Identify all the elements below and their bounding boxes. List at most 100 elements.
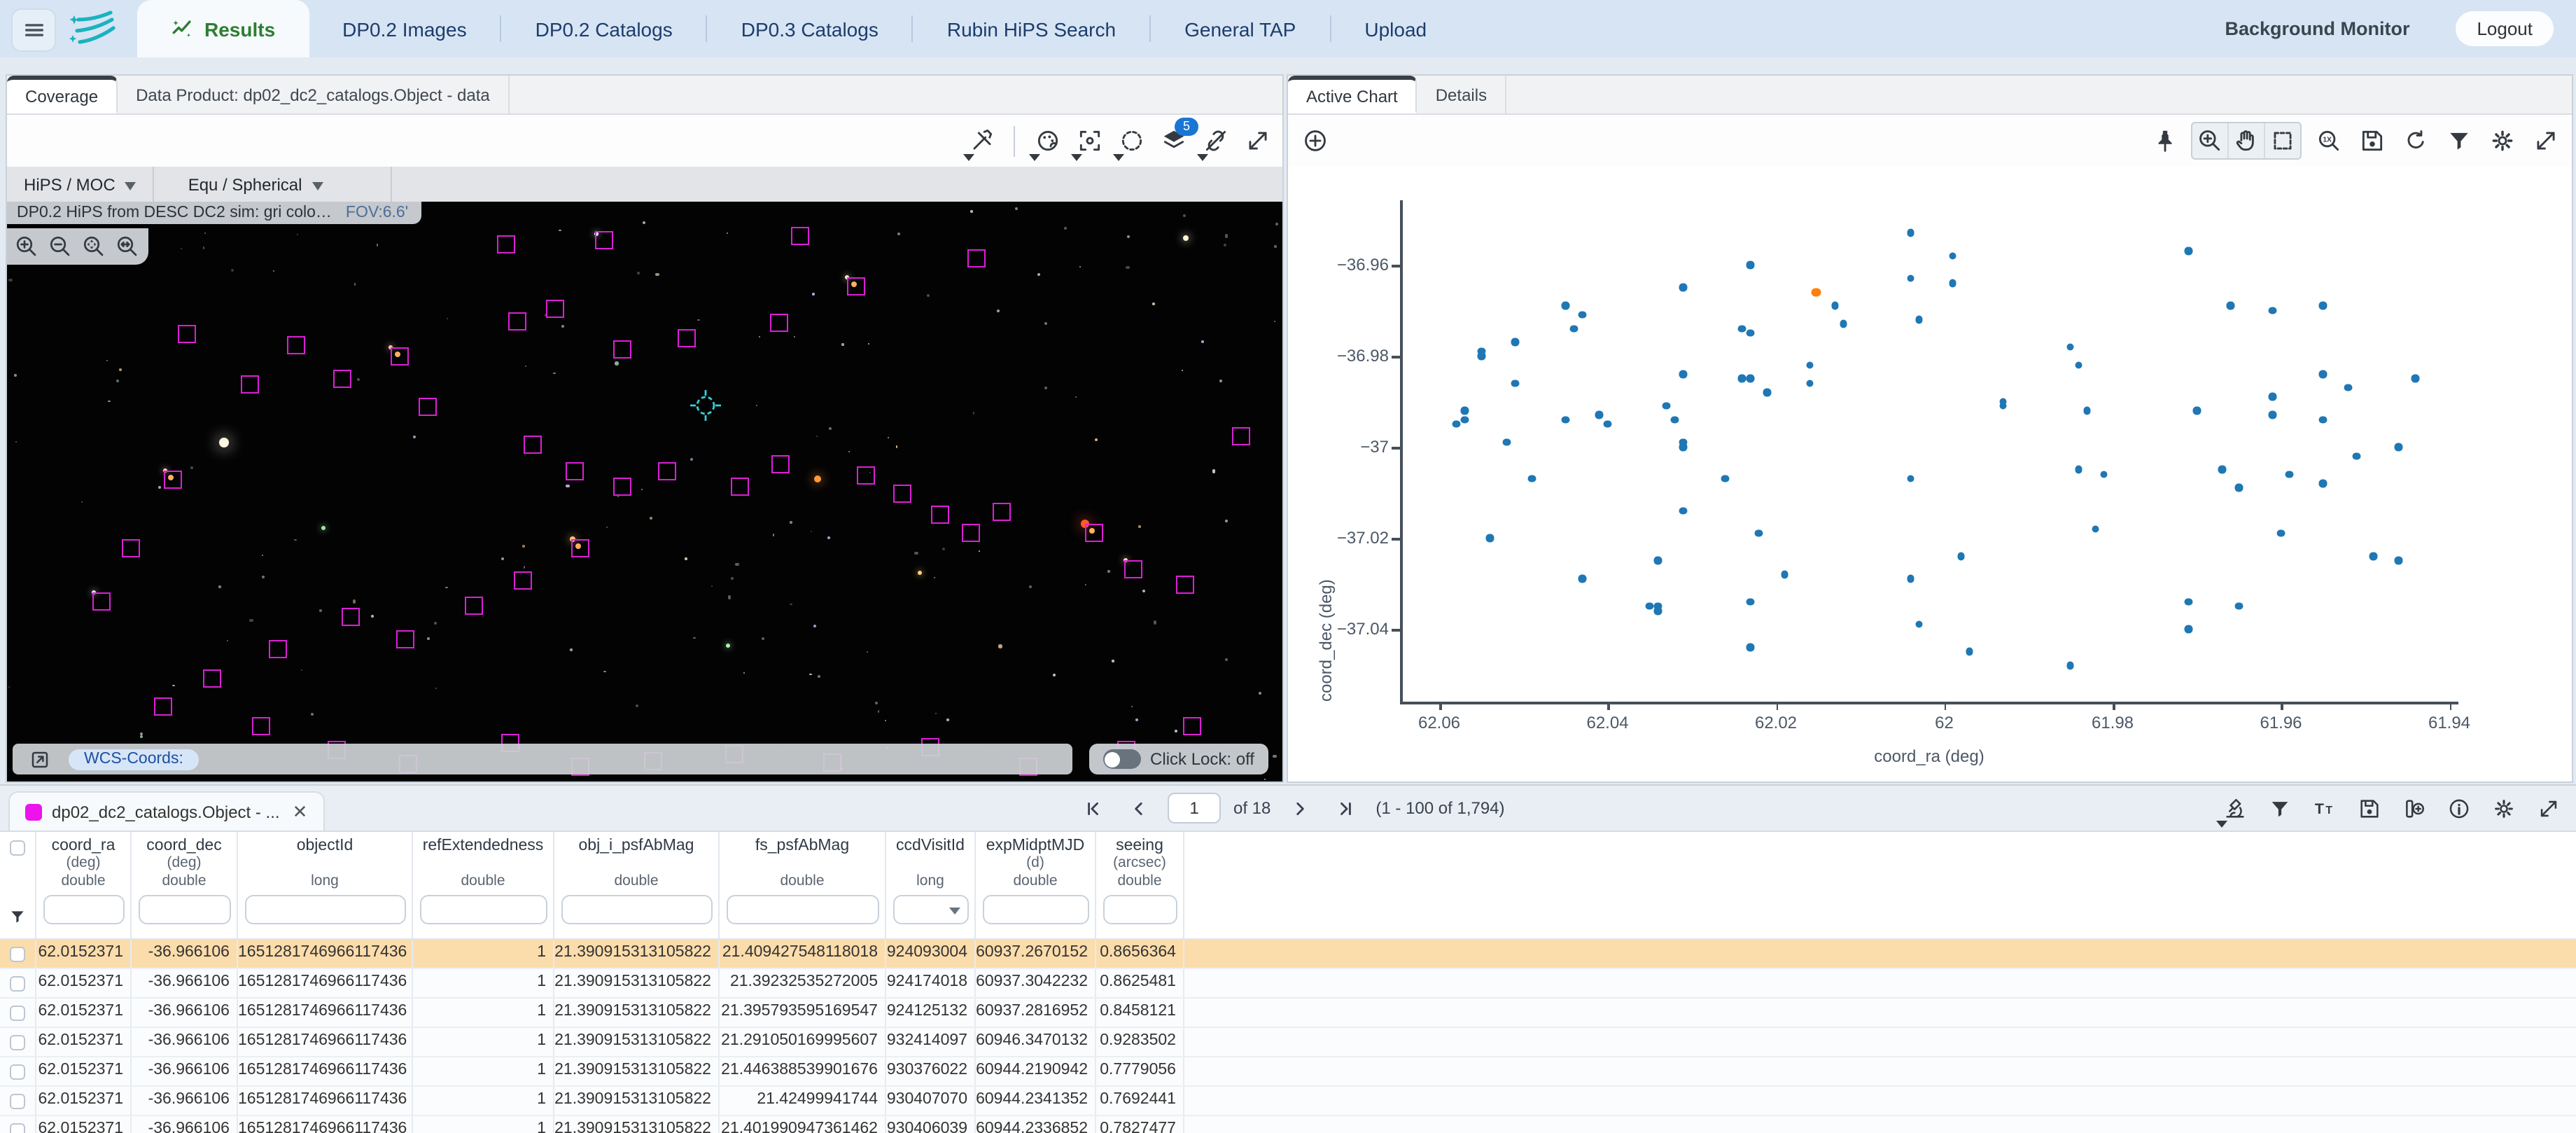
settings-button[interactable]	[2486, 791, 2520, 825]
catalog-marker-square[interactable]	[570, 538, 589, 557]
catalog-marker-square[interactable]	[848, 277, 866, 296]
data-point[interactable]	[1570, 325, 1578, 333]
data-point[interactable]	[1738, 325, 1746, 333]
catalog-marker-square[interactable]	[333, 370, 351, 389]
data-point[interactable]	[1746, 644, 1754, 651]
data-point[interactable]	[1562, 302, 1569, 310]
palette-button[interactable]	[1030, 124, 1064, 158]
region-select-button[interactable]	[1114, 124, 1148, 158]
data-point[interactable]	[2185, 247, 2192, 255]
data-point[interactable]	[2395, 443, 2402, 451]
data-point[interactable]	[1763, 389, 1771, 396]
catalog-marker-square[interactable]	[967, 249, 986, 267]
data-point[interactable]	[1907, 575, 1914, 583]
table-row[interactable]: 62.0152371-36.96610616512817469661174361…	[0, 1028, 2576, 1057]
catalog-marker-square[interactable]	[508, 312, 526, 331]
data-point[interactable]	[2344, 384, 2352, 391]
data-point[interactable]	[1907, 274, 1914, 282]
data-point[interactable]	[2319, 480, 2327, 487]
column-header-objectId[interactable]: objectIdlong	[238, 832, 413, 938]
catalog-marker-square[interactable]	[595, 230, 613, 249]
data-point[interactable]	[1738, 375, 1746, 382]
nav-tab-dp0-2-catalogs[interactable]: DP0.2 Catalogs	[502, 0, 706, 57]
column-filter-input[interactable]	[138, 895, 230, 924]
catalog-marker-square[interactable]	[269, 640, 287, 658]
zoom-in-button[interactable]	[11, 231, 41, 260]
data-point[interactable]	[1746, 261, 1754, 269]
refresh-button[interactable]	[2398, 124, 2432, 158]
catalog-marker-square[interactable]	[1183, 716, 1201, 735]
catalog-marker-square[interactable]	[732, 477, 750, 495]
data-point[interactable]	[1679, 507, 1687, 515]
catalog-marker-square[interactable]	[612, 340, 631, 358]
data-point[interactable]	[1915, 620, 1923, 628]
data-point[interactable]	[1671, 416, 1679, 424]
text-options-button[interactable]: TT	[2307, 791, 2341, 825]
data-point[interactable]	[1562, 416, 1569, 424]
data-point[interactable]	[2395, 557, 2402, 564]
tools-button[interactable]	[965, 124, 998, 158]
table-tab[interactable]: dp02_dc2_catalogs.Object - ... ✕	[8, 791, 324, 830]
catalog-marker-square[interactable]	[1085, 524, 1103, 542]
column-header-refExtendedness[interactable]: refExtendednessdouble	[413, 832, 554, 938]
row-checkbox[interactable]	[10, 1093, 25, 1108]
table-row[interactable]: 62.0152371-36.96610616512817469661174361…	[0, 1087, 2576, 1116]
expand-button[interactable]	[2528, 124, 2562, 158]
catalog-marker-square[interactable]	[513, 571, 531, 590]
tab-details[interactable]: Details	[1418, 76, 1506, 113]
catalog-marker-square[interactable]	[1231, 428, 1250, 446]
data-point[interactable]	[2412, 375, 2419, 382]
column-filter-input[interactable]	[892, 895, 968, 924]
last-page-button[interactable]	[1329, 791, 1363, 825]
page-number-input[interactable]: 1	[1168, 793, 1221, 823]
data-point[interactable]	[1721, 475, 1729, 482]
catalog-marker-square[interactable]	[419, 398, 438, 416]
data-point[interactable]	[1461, 407, 1469, 415]
column-filter-input[interactable]	[43, 895, 124, 924]
data-point[interactable]	[1966, 648, 1973, 655]
data-point[interactable]	[1755, 529, 1763, 537]
save-button[interactable]	[2355, 124, 2388, 158]
data-point[interactable]	[1907, 475, 1914, 482]
next-page-button[interactable]	[1283, 791, 1317, 825]
catalog-marker-square[interactable]	[92, 593, 111, 611]
catalog-marker-square[interactable]	[770, 314, 788, 333]
nav-tab-upload[interactable]: Upload	[1331, 0, 1460, 57]
catalog-marker-square[interactable]	[1177, 575, 1195, 593]
sky-view[interactable]: DP0.2 HiPS from DESC DC2 sim: gri colo… …	[7, 202, 1282, 781]
catalog-marker-square[interactable]	[288, 335, 306, 354]
column-header-fs_psfAbMag[interactable]: fs_psfAbMagdouble	[720, 832, 886, 938]
prev-page-button[interactable]	[1121, 791, 1155, 825]
coordinate-system-dropdown[interactable]: Equ / Spherical	[155, 167, 340, 202]
filter-button[interactable]	[2442, 124, 2475, 158]
logout-button[interactable]: Logout	[2456, 11, 2554, 46]
data-point[interactable]	[2269, 393, 2276, 401]
row-checkbox[interactable]	[10, 975, 25, 991]
select-rect-button[interactable]	[2264, 123, 2300, 158]
data-point[interactable]	[1831, 302, 1839, 310]
data-point[interactable]	[1528, 475, 1536, 482]
data-point[interactable]	[1746, 329, 1754, 337]
data-point[interactable]	[2066, 343, 2074, 351]
tab-data-product[interactable]: Data Product: dp02_dc2_catalogs.Object -…	[118, 76, 510, 113]
catalog-marker-square[interactable]	[524, 436, 542, 454]
column-header-coord_dec[interactable]: coord_dec(deg)double	[132, 832, 238, 938]
row-checkbox[interactable]	[10, 1005, 25, 1020]
catalog-marker-square[interactable]	[612, 477, 631, 495]
data-point[interactable]	[2353, 452, 2360, 460]
column-header-coord_ra[interactable]: coord_ra(deg)double	[36, 832, 132, 938]
catalog-marker-square[interactable]	[154, 698, 172, 716]
catalog-marker-square[interactable]	[771, 456, 789, 474]
data-point[interactable]	[1679, 284, 1687, 291]
scatter-chart[interactable]: 62.0662.0462.026261.9861.9661.94−36.96−3…	[1288, 167, 2572, 781]
column-filter-input[interactable]	[419, 895, 547, 924]
data-point[interactable]	[1595, 411, 1603, 419]
column-filter-input[interactable]	[726, 895, 878, 924]
data-point[interactable]	[2269, 411, 2276, 419]
catalog-marker-square[interactable]	[792, 227, 810, 245]
catalog-marker-square[interactable]	[893, 485, 911, 503]
data-point[interactable]	[1840, 320, 1847, 328]
catalog-marker-square[interactable]	[566, 463, 584, 481]
data-point[interactable]	[2235, 484, 2243, 492]
data-point[interactable]	[1646, 602, 1653, 610]
